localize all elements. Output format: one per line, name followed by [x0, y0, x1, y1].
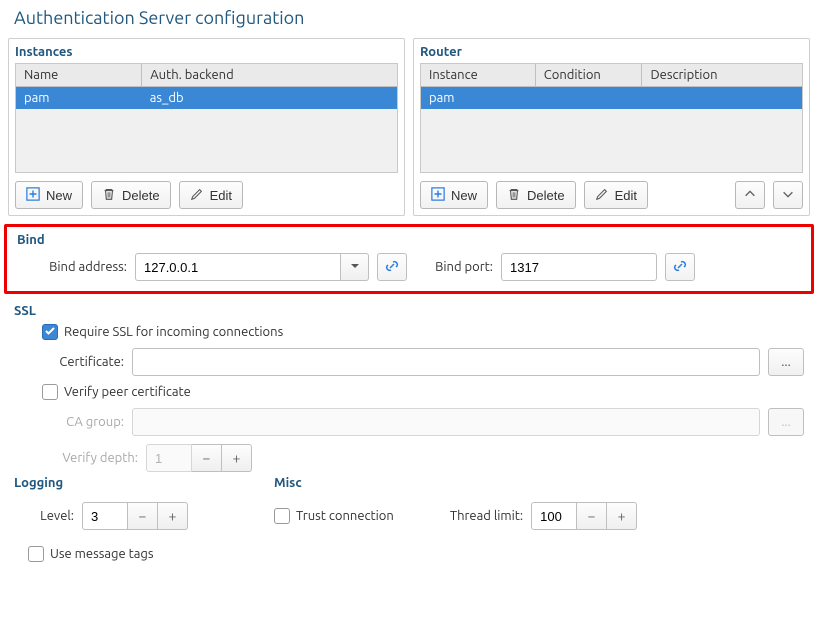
button-label: New	[46, 188, 72, 203]
router-heading: Router	[420, 45, 803, 59]
instances-edit-button[interactable]: Edit	[179, 181, 243, 209]
router-table[interactable]: Instance Condition Description pam	[420, 63, 803, 173]
table-row[interactable]: pam as_db	[16, 87, 397, 110]
page-title: Authentication Server configuration	[14, 8, 818, 28]
bind-heading: Bind	[17, 233, 801, 247]
thread-limit-input[interactable]	[531, 502, 577, 530]
ssl-section: SSL Require SSL for incoming connections…	[0, 298, 818, 476]
trash-icon	[102, 187, 116, 204]
checkbox-box	[274, 508, 290, 524]
instances-col-name[interactable]: Name	[24, 68, 58, 82]
instances-new-button[interactable]: New	[15, 181, 83, 209]
checkbox-label: Require SSL for incoming connections	[64, 325, 283, 339]
button-label: Delete	[122, 188, 160, 203]
check-icon	[44, 325, 56, 340]
ca-group-label: CA group:	[42, 415, 124, 429]
checkbox-label: Verify peer certificate	[64, 385, 191, 399]
table-row[interactable]: pam	[421, 87, 802, 110]
stepper-plus-button[interactable]: +	[158, 502, 188, 530]
stepper-plus-button: +	[222, 444, 252, 472]
thread-limit-label: Thread limit:	[450, 509, 523, 523]
chevron-up-icon	[743, 187, 757, 204]
logging-level-label: Level:	[28, 509, 74, 523]
logging-heading: Logging	[14, 476, 234, 490]
verify-depth-label: Verify depth:	[42, 451, 138, 465]
ca-group-input	[132, 408, 760, 436]
bind-address-link-button[interactable]	[377, 253, 407, 281]
verify-depth-stepper: − +	[146, 444, 252, 472]
bind-address-label: Bind address:	[31, 260, 127, 274]
bind-address-dropdown-button[interactable]	[341, 253, 369, 281]
instances-table[interactable]: Name Auth. backend pam as_db	[15, 63, 398, 173]
button-label: Edit	[615, 188, 637, 203]
router-move-down-button[interactable]	[773, 181, 803, 209]
stepper-minus-button[interactable]: −	[577, 502, 607, 530]
router-col-instance[interactable]: Instance	[429, 68, 478, 82]
thread-limit-stepper[interactable]: − +	[531, 502, 637, 530]
router-col-description[interactable]: Description	[650, 68, 717, 82]
bind-port-input[interactable]	[501, 253, 657, 281]
router-pane: Router Instance Condition Description pa…	[413, 38, 810, 216]
button-label: Edit	[210, 188, 232, 203]
router-new-button[interactable]: New	[420, 181, 488, 209]
trash-icon	[507, 187, 521, 204]
cell-instance: pam	[429, 91, 455, 105]
chevron-down-icon	[781, 187, 795, 204]
certificate-input[interactable]	[132, 348, 760, 376]
cell-name: pam	[24, 91, 50, 105]
button-label: New	[451, 188, 477, 203]
checkbox-box	[28, 546, 44, 562]
router-col-condition[interactable]: Condition	[544, 68, 601, 82]
minus-icon: −	[588, 508, 596, 524]
trust-connection-checkbox[interactable]: Trust connection	[274, 508, 394, 524]
button-label: Delete	[527, 188, 565, 203]
instances-col-backend[interactable]: Auth. backend	[150, 68, 233, 82]
plus-icon	[431, 187, 445, 204]
ssl-heading: SSL	[14, 304, 804, 318]
use-message-tags-checkbox[interactable]: Use message tags	[28, 546, 154, 562]
certificate-browse-button[interactable]: ...	[768, 348, 804, 376]
ellipsis-icon: ...	[781, 355, 791, 369]
require-ssl-checkbox[interactable]: Require SSL for incoming connections	[42, 324, 283, 340]
instances-delete-button[interactable]: Delete	[91, 181, 171, 209]
stepper-plus-button[interactable]: +	[607, 502, 637, 530]
stepper-minus-button[interactable]: −	[128, 502, 158, 530]
instances-heading: Instances	[15, 45, 398, 59]
cell-backend: as_db	[150, 91, 184, 105]
router-move-up-button[interactable]	[735, 181, 765, 209]
checkbox-box	[42, 384, 58, 400]
minus-icon: −	[139, 508, 147, 524]
router-delete-button[interactable]: Delete	[496, 181, 576, 209]
triangle-down-icon	[350, 260, 360, 274]
link-icon	[384, 258, 400, 277]
checkbox-label: Trust connection	[296, 509, 394, 523]
pencil-icon	[595, 187, 609, 204]
router-edit-button[interactable]: Edit	[584, 181, 648, 209]
instances-pane: Instances Name Auth. backend pam as_db	[8, 38, 405, 216]
minus-icon: −	[203, 450, 211, 466]
verify-depth-input	[146, 444, 192, 472]
bind-port-label: Bind port:	[421, 260, 493, 274]
misc-heading: Misc	[274, 476, 804, 490]
plus-icon: +	[233, 450, 241, 466]
plus-icon: +	[618, 508, 626, 524]
bind-section-highlight: Bind Bind address: Bind port:	[4, 224, 814, 294]
plus-icon: +	[169, 508, 177, 524]
certificate-label: Certificate:	[42, 355, 124, 369]
logging-level-stepper[interactable]: − +	[82, 502, 188, 530]
verify-peer-checkbox[interactable]: Verify peer certificate	[42, 384, 191, 400]
stepper-minus-button: −	[192, 444, 222, 472]
logging-level-input[interactable]	[82, 502, 128, 530]
bind-address-input[interactable]	[135, 253, 341, 281]
link-icon	[672, 258, 688, 277]
ca-group-browse-button: ...	[768, 408, 804, 436]
plus-icon	[26, 187, 40, 204]
checkbox-box	[42, 324, 58, 340]
ellipsis-icon: ...	[781, 415, 791, 429]
bind-port-link-button[interactable]	[665, 253, 695, 281]
pencil-icon	[190, 187, 204, 204]
checkbox-label: Use message tags	[50, 547, 154, 561]
